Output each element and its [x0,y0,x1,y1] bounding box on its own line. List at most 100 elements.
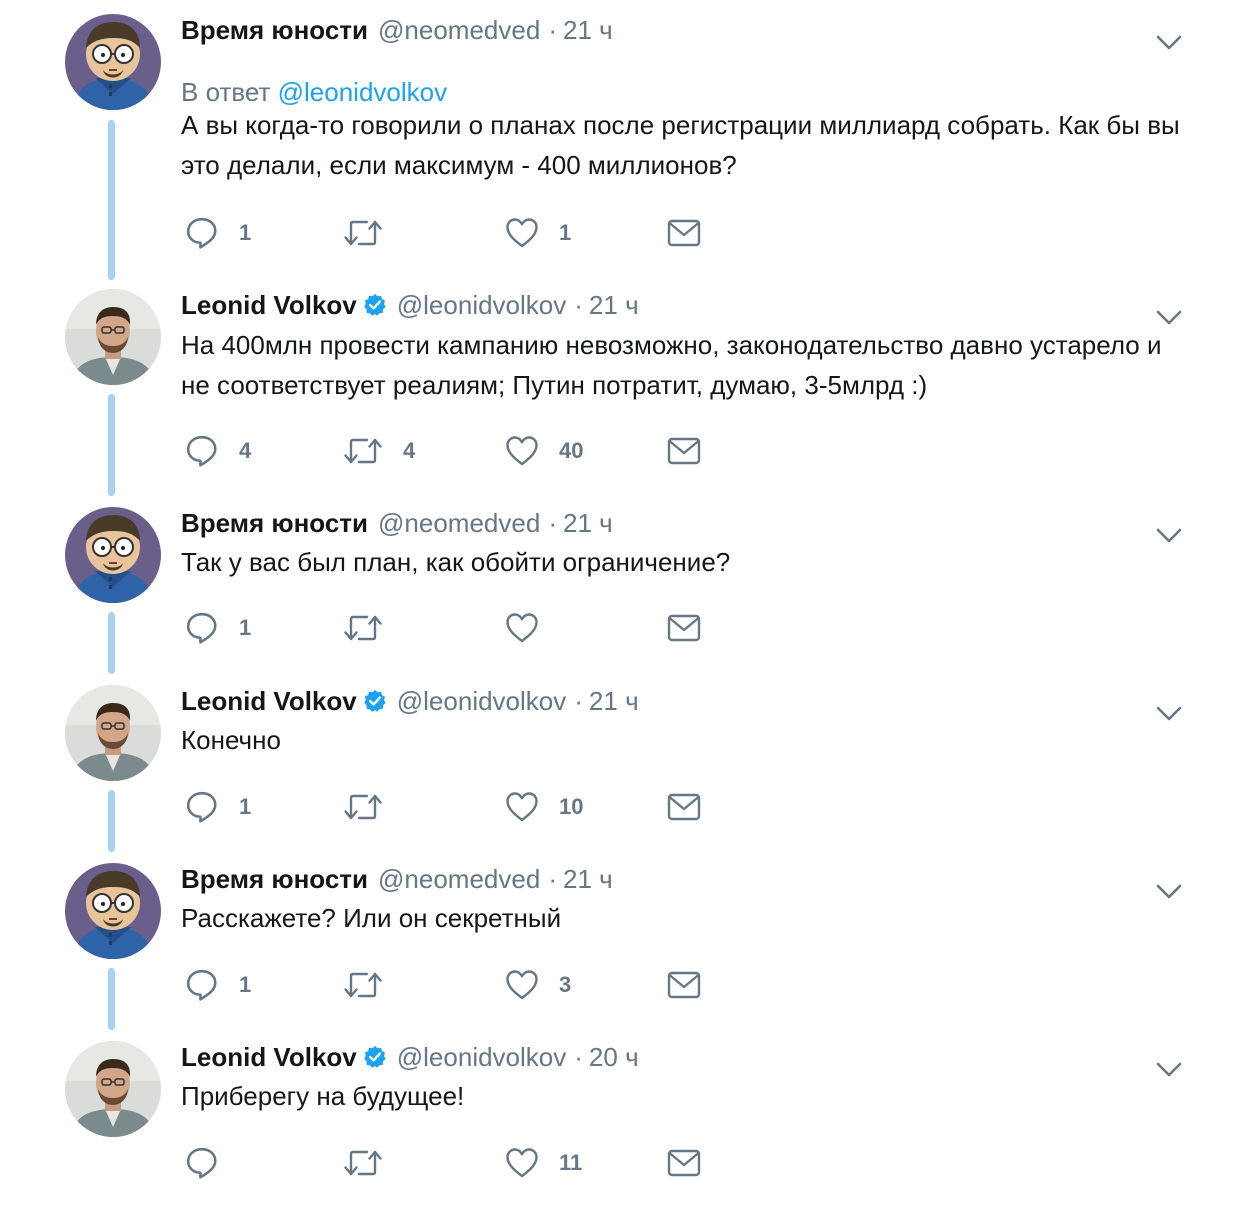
retweet-button[interactable] [343,1143,403,1183]
heart-icon [505,969,539,1001]
separator-dot: · [548,507,557,538]
retweet-button[interactable] [343,213,403,253]
tweet: Время юности @neomedved · 21 ч Расскажете? И… [0,863,1251,1033]
display-name[interactable]: Время юности [181,15,368,46]
separator-dot: · [574,289,583,320]
cartoon-avatar-icon [65,14,161,110]
envelope-icon [667,218,701,248]
envelope-icon [667,792,701,822]
reply-button[interactable]: 1 [185,787,251,827]
user-handle[interactable]: @leonidvolkov [397,686,566,717]
separator-dot: · [574,685,583,716]
retweet-icon [343,217,383,249]
avatar[interactable] [65,14,161,110]
cartoon-avatar-icon [65,507,161,603]
photo-avatar-icon [65,1041,161,1137]
avatar[interactable] [65,685,161,781]
retweet-button[interactable] [343,787,403,827]
reply-button[interactable]: 1 [185,213,251,253]
envelope-icon [667,613,701,643]
like-count: 10 [559,794,584,819]
tweet-actions: 13 [181,965,781,1005]
heart-icon [505,1147,539,1179]
separator-dot: · [574,1041,583,1072]
tweet-header: Leonid Volkov @leonidvolkov · 21 ч [181,685,639,717]
retweet-button[interactable]: 4 [343,431,415,471]
reply-icon [185,611,219,645]
heart-icon [505,217,539,249]
user-handle[interactable]: @leonidvolkov [397,1042,566,1073]
tweet: Время юности @neomedved · 21 ч Так у вас был… [0,507,1251,677]
timestamp[interactable]: 20 ч [589,1042,639,1073]
display-name[interactable]: Время юности [181,864,368,895]
timestamp[interactable]: 21 ч [589,290,639,321]
heart-icon [505,791,539,823]
direct-message-button[interactable] [667,213,701,253]
user-handle[interactable]: @neomedved [378,508,540,539]
replying-to: В ответ @leonidvolkov [181,77,447,108]
like-button[interactable]: 1 [505,213,571,253]
photo-avatar-icon [65,289,161,385]
user-handle[interactable]: @neomedved [378,864,540,895]
like-button[interactable]: 11 [505,1143,582,1183]
like-button[interactable]: 40 [505,431,583,471]
tweet-header: Время юности @neomedved · 21 ч [181,14,613,46]
reply-count: 1 [239,972,252,997]
direct-message-button[interactable] [667,787,701,827]
more-options-chevron-down-icon[interactable] [1156,34,1182,52]
direct-message-button[interactable] [667,431,701,471]
like-count: 40 [559,438,584,463]
user-handle[interactable]: @neomedved [378,15,540,46]
reply-button[interactable]: 1 [185,608,251,648]
like-count: 11 [559,1150,583,1175]
reply-icon [185,216,219,250]
tweet-actions: 4 4 40 [181,431,781,471]
timestamp[interactable]: 21 ч [563,508,613,539]
tweet-header: Время юности @neomedved · 21 ч [181,863,613,895]
tweet-text: Так у вас был план, как обойти ограничен… [181,547,731,577]
avatar[interactable] [65,507,161,603]
thread-connector-line [108,612,115,674]
direct-message-button[interactable] [667,965,701,1005]
tweet: Leonid Volkov @leonidvolkov · 21 ч Конечно 1 1… [0,685,1251,855]
display-name[interactable]: Leonid Volkov [181,686,357,717]
direct-message-button[interactable] [667,608,701,648]
timestamp[interactable]: 21 ч [563,864,613,895]
reply-to-mention-link[interactable]: @leonidvolkov [278,77,447,107]
reply-button[interactable]: 4 [185,431,251,471]
tweet-header: Leonid Volkov @leonidvolkov · 21 ч [181,289,639,321]
envelope-icon [667,436,701,466]
separator-dot: · [548,863,557,894]
tweet-text: Конечно [181,725,281,755]
reply-button[interactable] [185,1143,239,1183]
direct-message-button[interactable] [667,1143,701,1183]
reply-count: 4 [239,438,252,463]
reply-icon [185,434,219,468]
display-name[interactable]: Время юности [181,508,368,539]
avatar[interactable] [65,863,161,959]
verified-badge-icon [363,293,387,317]
avatar[interactable] [65,1041,161,1137]
like-button[interactable]: 10 [505,787,583,827]
tweet-header: Время юности @neomedved · 21 ч [181,507,613,539]
heart-icon [505,435,539,467]
retweet-button[interactable] [343,608,403,648]
retweet-icon [343,612,383,644]
retweet-button[interactable] [343,965,403,1005]
envelope-icon [667,970,701,1000]
retweet-icon [343,969,383,1001]
like-button[interactable] [505,608,559,648]
avatar[interactable] [65,289,161,385]
reply-button[interactable]: 1 [185,965,251,1005]
tweet-text: На 400млн провести кампанию невозможно, … [181,330,1162,400]
display-name[interactable]: Leonid Volkov [181,1042,357,1073]
like-button[interactable]: 3 [505,965,571,1005]
timestamp[interactable]: 21 ч [563,15,613,46]
display-name[interactable]: Leonid Volkov [181,290,357,321]
timestamp[interactable]: 21 ч [589,686,639,717]
like-count: 3 [559,972,572,997]
verified-badge-icon [363,1045,387,1069]
user-handle[interactable]: @leonidvolkov [397,290,566,321]
thread-connector-line [108,120,115,280]
tweet-actions: 11 [181,213,781,253]
